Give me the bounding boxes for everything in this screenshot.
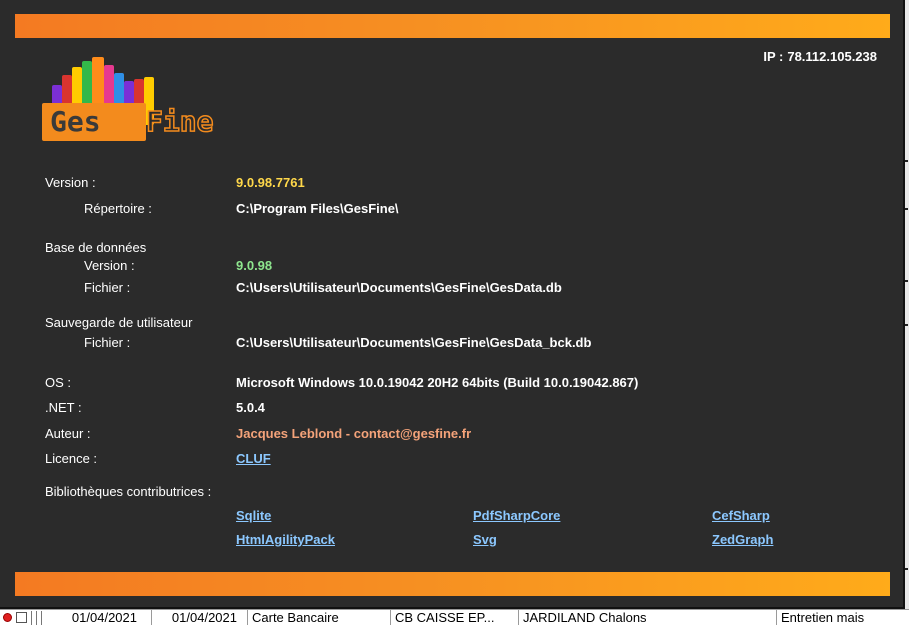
db-file-value: C:\Users\Utilisateur\Documents\GesFine\G… <box>236 280 562 295</box>
row-account: CB CAISSE EP... <box>391 609 519 625</box>
divider <box>36 610 37 625</box>
db-version-label: Version : <box>84 258 135 273</box>
backup-file-label: Fichier : <box>84 335 131 350</box>
top-accent-band <box>15 14 890 38</box>
version-value: 9.0.98.7761 <box>236 175 305 190</box>
status-dot-icon <box>3 613 12 622</box>
license-link[interactable]: CLUF <box>236 451 271 466</box>
library-link-pdfsharpcore[interactable]: PdfSharpCore <box>473 508 560 523</box>
row-category: Entretien mais <box>781 609 865 625</box>
bottom-accent-band <box>15 572 890 596</box>
dotnet-label: .NET : <box>45 400 82 415</box>
directory-value: C:\Program Files\GesFine\ <box>236 201 399 216</box>
row-date2: 01/04/2021 <box>152 609 248 625</box>
author-label: Auteur : <box>45 426 91 441</box>
database-heading: Base de données <box>45 240 147 255</box>
library-link-svg[interactable]: Svg <box>473 532 497 547</box>
directory-label: Répertoire : <box>84 201 152 216</box>
os-value: Microsoft Windows 10.0.19042 20H2 64bits… <box>236 375 639 390</box>
row-payment: Carte Bancaire <box>248 609 391 625</box>
library-link-sqlite[interactable]: Sqlite <box>236 508 271 523</box>
row-date1: 01/04/2021 <box>46 609 152 625</box>
divider <box>31 610 32 625</box>
divider <box>41 610 42 625</box>
library-link-zedgraph[interactable]: ZedGraph <box>712 532 773 547</box>
ip-value: 78.112.105.238 <box>787 49 877 64</box>
libraries-heading: Bibliothèques contributrices : <box>45 484 212 499</box>
logo-text-right: Fine <box>145 104 214 139</box>
author-value: Jacques Leblond - contact@gesfine.fr <box>236 426 472 441</box>
logo-text-left: Ges <box>50 105 101 138</box>
library-link-cefsharp[interactable]: CefSharp <box>712 508 770 523</box>
db-version-value: 9.0.98 <box>236 258 273 273</box>
row-payee: JARDILAND Chalons <box>519 609 777 625</box>
about-dialog[interactable]: IP :78.112.105.238 Ges Fine Version : 9.… <box>0 0 905 609</box>
background-table-row[interactable]: 01/04/2021 01/04/2021 Carte Bancaire CB … <box>0 609 909 625</box>
library-link-htmlagilitypack[interactable]: HtmlAgilityPack <box>236 532 335 547</box>
ip-address: IP :78.112.105.238 <box>763 49 877 64</box>
db-file-label: Fichier : <box>84 280 131 295</box>
gesfine-logo: Ges Fine <box>40 55 250 155</box>
os-label: OS : <box>45 375 72 390</box>
dotnet-value: 5.0.4 <box>236 400 265 415</box>
version-label: Version : <box>45 175 96 190</box>
license-label: Licence : <box>45 451 98 466</box>
backup-heading: Sauvegarde de utilisateur <box>45 315 193 330</box>
row-checkbox[interactable] <box>16 612 27 623</box>
ip-label: IP : <box>763 49 784 64</box>
backup-file-value: C:\Users\Utilisateur\Documents\GesFine\G… <box>236 335 592 350</box>
